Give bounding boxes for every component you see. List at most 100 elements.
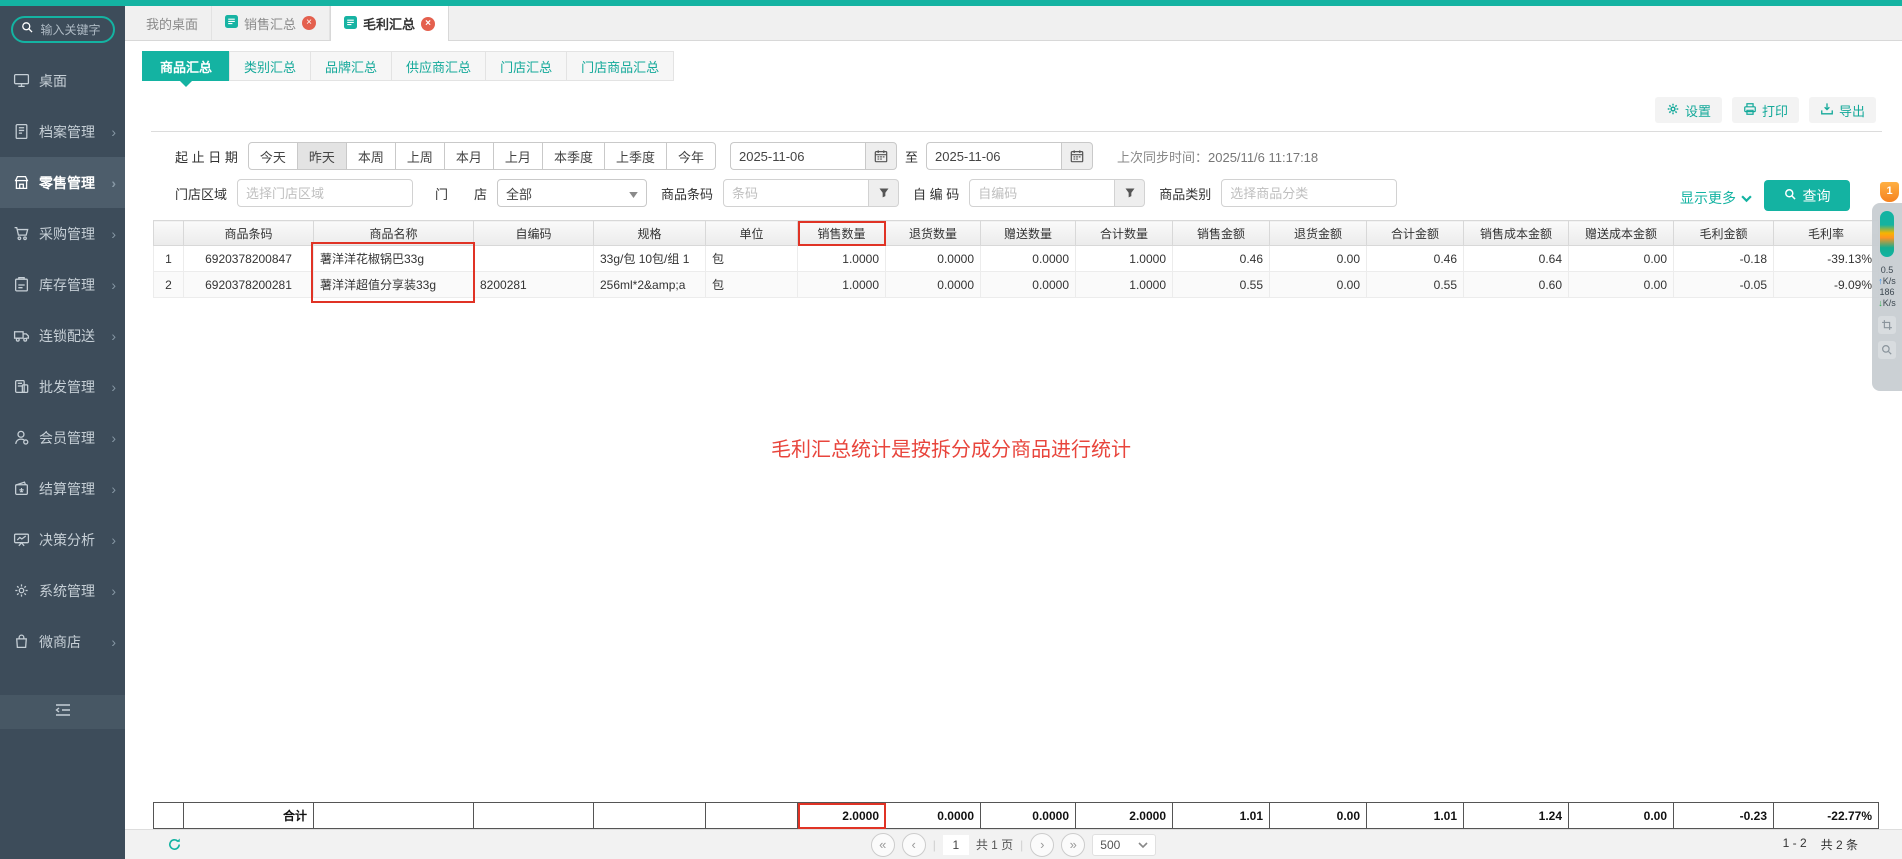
sidebar-item-settlement[interactable]: 结算管理 › [0, 463, 125, 514]
chevron-right-icon: › [111, 582, 116, 599]
chevron-right-icon: › [111, 174, 116, 191]
subtab-supplier-summary[interactable]: 供应商汇总 [391, 51, 487, 81]
column-header-custom-code: 自编码 [473, 220, 594, 246]
preset-last-week[interactable]: 上周 [394, 142, 445, 170]
first-page-button[interactable]: « [870, 832, 895, 857]
page-size-value: 500 [1100, 837, 1121, 852]
store-select[interactable]: 全部 [497, 179, 648, 207]
store-icon [13, 174, 30, 191]
product-summary-table: 商品条码 商品名称 自编码 规格 单位 销售数量 退货数量 赠送数量 合计数量 销售金额 退货金额合… [153, 220, 1879, 298]
cell-return-amount: 0.00 [1269, 245, 1367, 272]
print-label: 打印 [1761, 103, 1788, 119]
column-header-gift-qty: 赠送数量 [980, 220, 1076, 246]
filter-row-dates: 起 止 日 期 今天昨天本周上周本月上月本季度上季度今年 至 上次同步时间：20… [175, 142, 1902, 170]
store-region-input[interactable] [237, 179, 414, 207]
sidebar-item-system[interactable]: 系统管理 › [0, 565, 125, 616]
sidebar-item-label: 采购管理 [39, 225, 95, 242]
subtab-product-summary[interactable]: 商品汇总 [142, 51, 231, 87]
subtab-brand-summary[interactable]: 品牌汇总 [310, 51, 393, 81]
preset-this-month[interactable]: 本月 [443, 142, 494, 170]
calendar-icon[interactable] [1061, 142, 1093, 170]
preset-this-week[interactable]: 本周 [345, 142, 396, 170]
export-button[interactable]: 导出 [1808, 97, 1876, 123]
sidebar-item-archives[interactable]: 档案管理 › [0, 106, 125, 157]
settings-button[interactable]: 设置 [1654, 97, 1722, 123]
sidebar-item-label: 会员管理 [39, 429, 95, 446]
sidebar-item-desktop[interactable]: 桌面 [0, 55, 125, 106]
top-accent-bar [0, 0, 1902, 6]
tab-my-desktop[interactable]: 我的桌面 [133, 6, 213, 40]
date-presets: 今天 昨天 本周 上周 本月 上月 本季度 上季度 今年 [247, 142, 716, 170]
last-page-button[interactable]: » [1061, 832, 1086, 857]
gear-icon [13, 582, 30, 599]
date-from-input[interactable] [729, 142, 865, 170]
close-icon[interactable]: × [302, 16, 317, 30]
prev-page-button[interactable]: ‹ [901, 832, 926, 857]
screenshot-icon[interactable] [1878, 316, 1896, 334]
filter-funnel-icon[interactable] [869, 179, 900, 207]
preset-last-month[interactable]: 上月 [492, 142, 543, 170]
page-number-input[interactable]: 1 [942, 834, 969, 855]
total-row-no [153, 802, 184, 829]
chart-board-icon [13, 531, 30, 548]
preset-today[interactable]: 今天 [247, 142, 298, 170]
cell-total-amount: 0.46 [1366, 245, 1464, 272]
sidebar-item-label: 连锁配送 [39, 327, 95, 344]
preset-last-quarter[interactable]: 上季度 [603, 142, 667, 170]
category-input[interactable] [1221, 179, 1398, 207]
dropdown-caret-icon [629, 186, 638, 201]
tab-gross-profit-summary[interactable]: 毛利汇总 × [330, 0, 450, 41]
sidebar-item-retail[interactable]: 零售管理 › [0, 157, 125, 208]
total-unit [705, 802, 798, 829]
accelerator-capsule-icon[interactable] [1880, 211, 1894, 257]
chevron-right-icon: › [111, 429, 116, 446]
sidebar-item-purchase[interactable]: 采购管理 › [0, 208, 125, 259]
subtab-store-product-summary[interactable]: 门店商品汇总 [566, 51, 675, 81]
sidebar-item-chain-delivery[interactable]: 连锁配送 › [0, 310, 125, 361]
preset-yesterday[interactable]: 昨天 [296, 142, 347, 170]
search-icon[interactable] [1878, 341, 1896, 359]
cell-sales-qty: 1.0000 [797, 271, 886, 298]
sidebar-item-micro-store[interactable]: 微商店 › [0, 616, 125, 667]
query-button[interactable]: 查询 [1764, 180, 1850, 211]
calendar-icon[interactable] [864, 142, 897, 170]
barcode-input[interactable] [723, 179, 870, 207]
pager-separator: | [932, 837, 936, 852]
chevron-right-icon: › [111, 276, 116, 293]
column-header-spec: 规格 [593, 220, 706, 246]
cell-total-qty: 1.0000 [1075, 245, 1173, 272]
sidebar-item-wholesale[interactable]: 批发管理 › [0, 361, 125, 412]
sidebar-item-decision-analysis[interactable]: 决策分析 › [0, 514, 125, 565]
tab-sales-summary[interactable]: 销售汇总 × [212, 6, 331, 40]
sidebar-search-input[interactable] [38, 21, 113, 38]
date-to-input[interactable] [926, 142, 1061, 170]
print-button[interactable]: 打印 [1731, 97, 1799, 123]
notification-badge[interactable]: 1 [1880, 182, 1899, 202]
menu-fold-icon [54, 702, 72, 723]
subtab-store-summary[interactable]: 门店汇总 [485, 51, 568, 81]
column-header-gross-profit: 毛利金额 [1673, 220, 1774, 246]
summary-subtabs: 商品汇总 类别汇总 品牌汇总 供应商汇总 门店汇总 门店商品汇总 [142, 51, 675, 87]
preset-this-quarter[interactable]: 本季度 [541, 142, 605, 170]
collapse-sidebar-button[interactable] [0, 695, 125, 729]
subtab-category-summary[interactable]: 类别汇总 [229, 51, 312, 81]
pager-separator: | [1020, 837, 1024, 852]
show-more-link[interactable]: 显示更多 [1680, 188, 1752, 208]
next-page-button[interactable]: › [1030, 832, 1055, 857]
sidebar-item-inventory[interactable]: 库存管理 › [0, 259, 125, 310]
chevron-right-icon: › [111, 225, 116, 242]
sidebar-item-member[interactable]: 会员管理 › [0, 412, 125, 463]
total-gross-profit: -0.23 [1673, 802, 1774, 829]
close-icon[interactable]: × [421, 16, 436, 31]
filter-funnel-icon[interactable] [1115, 179, 1146, 207]
preset-this-year[interactable]: 今年 [665, 142, 716, 170]
cell-sales-cost: 0.64 [1463, 245, 1569, 272]
truck-icon [13, 327, 30, 344]
report-grid: 商品条码 商品名称 自编码 规格 单位 销售数量 退货数量 赠送数量 合计数量 销售金额 退货金额合… [153, 220, 1902, 303]
page-size-select[interactable]: 500 [1092, 833, 1157, 856]
date-to-group [926, 142, 1093, 170]
total-spec [593, 802, 706, 829]
sidebar-search-box[interactable] [10, 16, 115, 43]
custom-code-input[interactable] [969, 179, 1116, 207]
custom-code-group [969, 179, 1146, 207]
